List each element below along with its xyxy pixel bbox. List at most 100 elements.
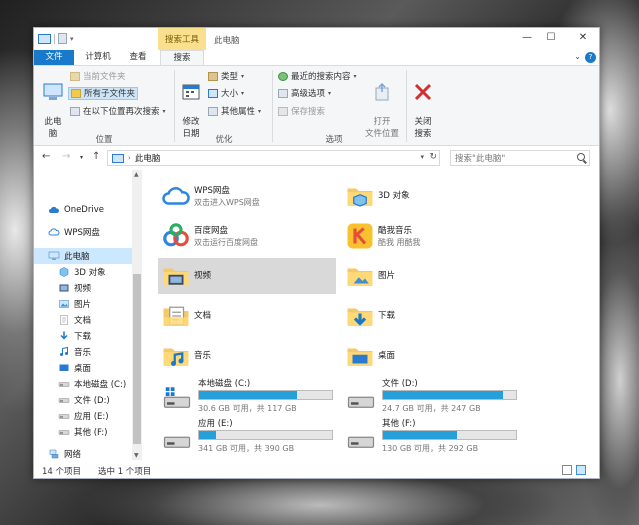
this-pc-button[interactable]: 此电 脑 — [38, 70, 68, 140]
other-properties-label: 其他属性 — [221, 106, 256, 117]
folder-tile[interactable]: 下载 — [342, 298, 520, 334]
advanced-options-button[interactable]: 高级选项 ▾ — [278, 87, 331, 100]
back-button[interactable]: ← — [42, 151, 50, 162]
chevron-down-icon[interactable]: ▼ — [134, 452, 139, 459]
date-modified-button[interactable]: 修改 日期 — [178, 70, 204, 140]
search-again-button[interactable]: 在以下位置再次搜索 ▾ — [70, 105, 166, 118]
recent-searches-button[interactable]: 最近的搜索内容 ▾ — [278, 70, 357, 83]
current-folder-button[interactable]: 当前文件夹 — [70, 70, 126, 83]
close-search-button[interactable]: 关闭 搜索 — [410, 70, 436, 140]
folder-name: 桌面 — [378, 351, 396, 361]
folder-name: WPS网盘 — [194, 185, 230, 196]
ribbon-tabs: 文件 计算机 查看 搜索 ⌄ ? — [34, 50, 599, 66]
drive-icon — [58, 410, 70, 422]
drive-tile[interactable]: 其他 (F:) 130 GB 可用，共 292 GB — [342, 416, 520, 456]
sidebar-item-1[interactable]: WPS网盘 — [34, 224, 132, 240]
sidebar-item-6[interactable]: 文档 — [34, 312, 132, 328]
tab-view[interactable]: 查看 — [122, 50, 154, 65]
sidebar-item-13[interactable]: 其他 (F:) — [34, 424, 132, 440]
properties-icon[interactable] — [58, 33, 67, 44]
other-properties-button[interactable]: 其他属性 ▾ — [208, 105, 261, 118]
separator — [406, 70, 407, 142]
minimize-button[interactable]: — — [520, 32, 534, 43]
sidebar-item-11[interactable]: 文件 (D:) — [34, 392, 132, 408]
close-button[interactable]: ✕ — [576, 32, 590, 43]
search-location-icon — [70, 107, 80, 116]
folder-tile-text: 图片 — [378, 270, 395, 282]
tab-search[interactable]: 搜索 — [160, 50, 204, 66]
drive-tile[interactable]: 本地磁盘 (C:) 30.6 GB 可用，共 117 GB — [158, 376, 336, 416]
folder-tile-text: 视频 — [194, 270, 211, 282]
sidebar-item-label: 3D 对象 — [74, 268, 106, 278]
chevron-down-icon[interactable]: ⌄ — [574, 52, 581, 61]
folder-tile[interactable]: 3D 对象 — [342, 178, 520, 214]
sidebar-item-label: 本地磁盘 (C:) — [74, 380, 127, 390]
open-file-location-button[interactable]: 打开 文件位置 — [362, 70, 402, 140]
folder-tile[interactable]: 视频 — [158, 258, 336, 294]
folder-tile[interactable]: 桌面 — [342, 338, 520, 374]
folder-icon — [71, 89, 81, 98]
up-button[interactable]: ↑ — [92, 151, 100, 162]
recent-locations-button[interactable]: ▾ — [80, 154, 83, 161]
open-location-icon — [375, 82, 389, 101]
sidebar-item-label: 视频 — [74, 284, 92, 294]
save-search-button[interactable]: 保存搜索 — [278, 105, 325, 118]
sidebar-item-7[interactable]: 下载 — [34, 328, 132, 344]
folder-documents-icon — [158, 298, 194, 334]
size-button[interactable]: 大小 ▾ — [208, 87, 244, 100]
sidebar-item-5[interactable]: 图片 — [34, 296, 132, 312]
address-path[interactable]: 此电脑 — [135, 152, 161, 164]
scrollbar[interactable]: ▲ ▼ — [132, 170, 142, 460]
address-bar[interactable]: › 此电脑 ▾ ↻ — [107, 150, 440, 166]
computer-icon — [112, 153, 124, 163]
refresh-icon[interactable]: ↻ — [429, 152, 437, 162]
drive-tile[interactable]: 应用 (E:) 341 GB 可用，共 390 GB — [158, 416, 336, 456]
chevron-down-icon: ▾ — [328, 89, 332, 97]
sidebar-item-label: 文件 (D:) — [74, 396, 110, 406]
computer-icon[interactable] — [38, 33, 51, 44]
sidebar-item-12[interactable]: 应用 (E:) — [34, 408, 132, 424]
maximize-button[interactable]: ☐ — [544, 32, 558, 43]
forward-button[interactable]: → — [62, 151, 70, 162]
drive-tile[interactable]: 文件 (D:) 24.7 GB 可用，共 247 GB — [342, 376, 520, 416]
chevron-down-icon: ▾ — [241, 72, 245, 80]
folder-tile-text: 酷我音乐 酷我 用酷我 — [378, 225, 421, 248]
help-icon[interactable]: ? — [585, 52, 596, 63]
separator — [272, 70, 273, 142]
download-icon — [58, 330, 70, 342]
sidebar-item-10[interactable]: 本地磁盘 (C:) — [34, 376, 132, 392]
chevron-down-icon[interactable]: ▾ — [420, 153, 424, 161]
details-view-button[interactable] — [562, 465, 572, 475]
sidebar-item-2[interactable]: 此电脑 — [34, 248, 132, 264]
folder-tile[interactable]: 文档 — [158, 298, 336, 334]
search-icon[interactable] — [577, 153, 585, 161]
folder-tile[interactable]: WPS网盘 双击进入WPS网盘 — [158, 178, 336, 214]
tiles-view-button[interactable] — [576, 465, 586, 475]
chevron-right-icon[interactable]: › — [128, 154, 131, 162]
close-icon — [414, 83, 432, 101]
sidebar-item-9[interactable]: 桌面 — [34, 360, 132, 376]
all-subfolders-button[interactable]: 所有子文件夹 — [68, 87, 139, 100]
this-pc-label: 此电 脑 — [44, 117, 62, 139]
drive-usage-bar — [198, 430, 333, 440]
sidebar-item-0[interactable]: OneDrive — [34, 202, 132, 218]
sidebar-item-8[interactable]: 音乐 — [34, 344, 132, 360]
calendar-icon — [182, 84, 200, 100]
folder-tile[interactable]: 酷我音乐 酷我 用酷我 — [342, 218, 520, 254]
sidebar-item-4[interactable]: 视频 — [34, 280, 132, 296]
tab-file[interactable]: 文件 — [34, 50, 74, 65]
kuwo-music-icon — [342, 218, 378, 254]
tab-computer[interactable]: 计算机 — [78, 50, 118, 65]
folder-tile[interactable]: 百度网盘 双击运行百度网盘 — [158, 218, 336, 254]
kind-button[interactable]: 类型 ▾ — [208, 70, 244, 83]
scroll-thumb[interactable] — [133, 274, 141, 444]
sidebar-item-3[interactable]: 3D 对象 — [34, 264, 132, 280]
drive-usage-bar — [382, 390, 517, 400]
chevron-down-icon[interactable]: ▾ — [70, 35, 74, 43]
chevron-up-icon[interactable]: ▲ — [134, 171, 139, 178]
selected-count: 选中 1 个项目 — [98, 467, 152, 477]
folder-tile[interactable]: 图片 — [342, 258, 520, 294]
group-label-refine: 优化 — [215, 135, 233, 145]
folder-tile[interactable]: 音乐 — [158, 338, 336, 374]
search-input[interactable]: 搜索"此电脑" — [450, 150, 590, 166]
